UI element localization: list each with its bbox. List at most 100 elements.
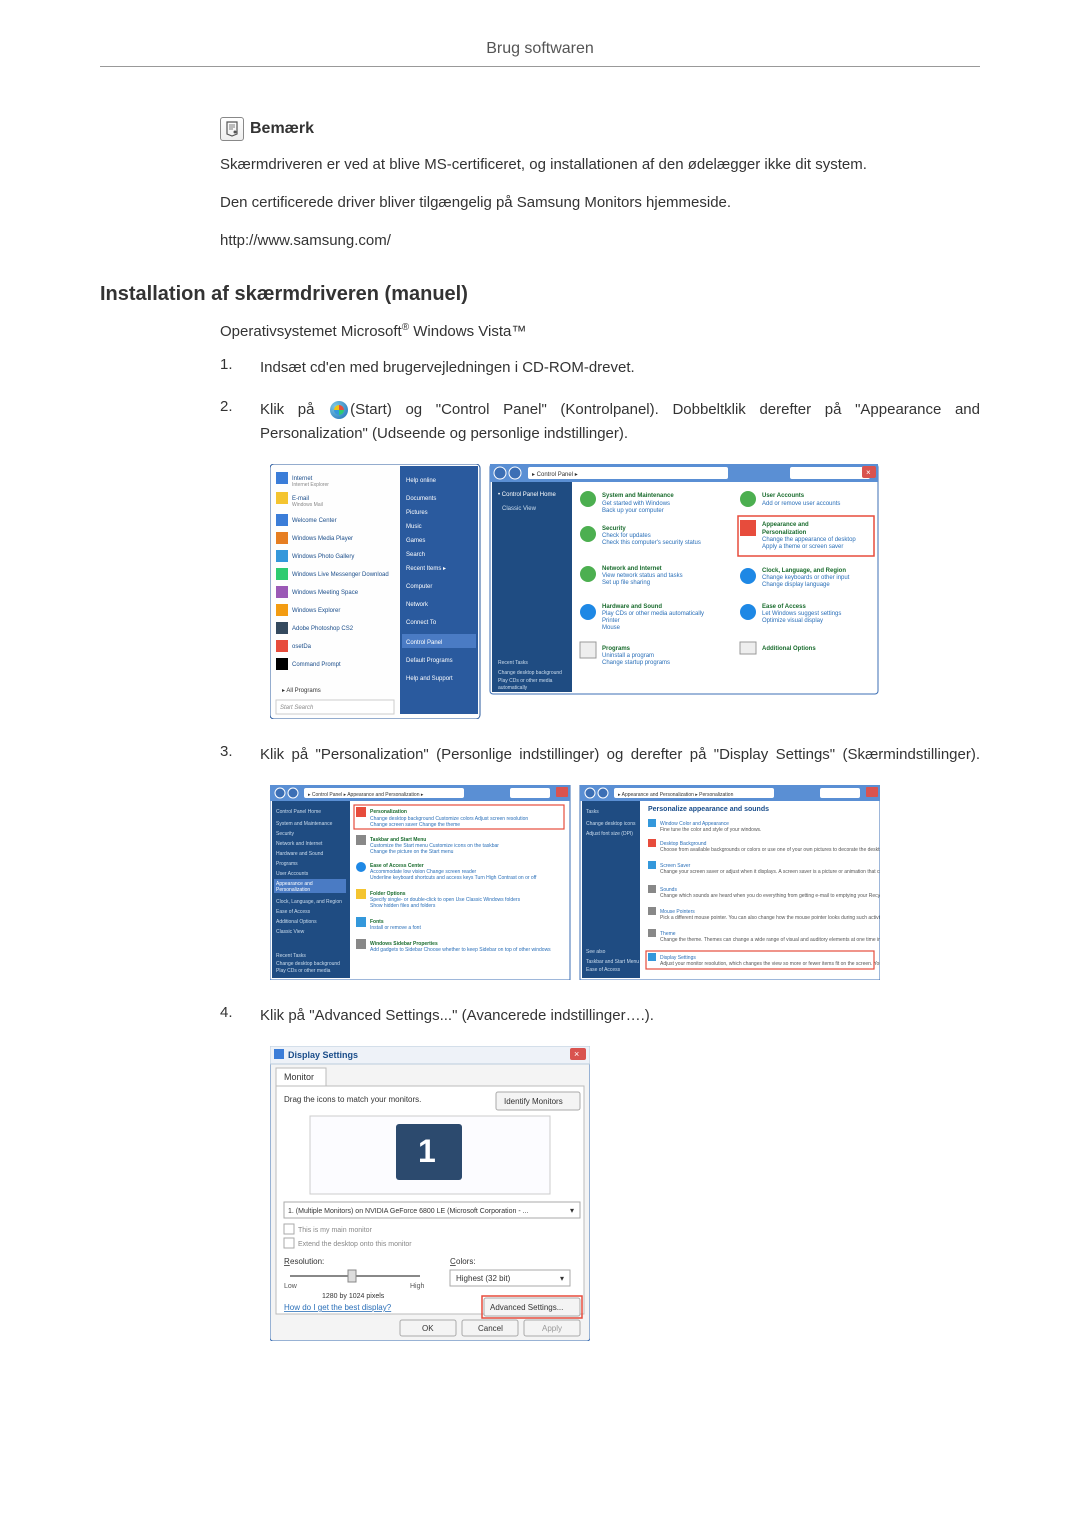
page-header: Brug softwaren: [100, 40, 980, 67]
svg-text:Recent Tasks: Recent Tasks: [498, 660, 528, 666]
svg-text:Command Prompt: Command Prompt: [292, 662, 341, 668]
svg-text:Programs: Programs: [276, 861, 298, 867]
svg-text:▸ Control Panel ▸: ▸ Control Panel ▸: [532, 472, 578, 478]
svg-text:Fine tune the color and style: Fine tune the color and style of your wi…: [660, 827, 761, 833]
note-text-1: Skærmdriveren er ved at blive MS-certifi…: [220, 153, 980, 177]
svg-text:Help online: Help online: [406, 478, 437, 484]
svg-text:Start Search: Start Search: [280, 705, 314, 711]
svg-text:Add gadgets to Sidebar Choos: Add gadgets to Sidebar Choose whether to…: [370, 947, 551, 953]
svg-text:Apply: Apply: [542, 1324, 562, 1333]
svg-text:Adobe Photoshop CS2: Adobe Photoshop CS2: [292, 626, 354, 632]
note-section: Bemærk Skærmdriveren er ved at blive MS-…: [220, 117, 980, 253]
svg-text:Highest (32 bit): Highest (32 bit): [456, 1274, 511, 1283]
svg-text:Network and Internet: Network and Internet: [276, 841, 323, 847]
svg-text:High: High: [410, 1283, 425, 1290]
dialog-title: Display Settings: [288, 1050, 358, 1060]
svg-text:Pictures: Pictures: [406, 510, 428, 516]
svg-text:Search: Search: [406, 552, 425, 558]
note-text-2: Den certificerede driver bliver tilgænge…: [220, 191, 980, 215]
svg-text:Recent Tasks: Recent Tasks: [276, 953, 306, 959]
step-text-before: Klik på: [260, 401, 328, 418]
svg-text:System and Maintenance: System and Maintenance: [276, 821, 333, 827]
svg-text:Network and Internet: Network and Internet: [602, 566, 662, 572]
svg-text:▾: ▾: [570, 1206, 574, 1215]
svg-text:▸ Appearance and Personalizati: ▸ Appearance and Personalization ▸ Perso…: [618, 792, 734, 798]
svg-text:Change the appearance of deskt: Change the appearance of desktop: [762, 537, 856, 543]
svg-text:Play CDs or other media: Play CDs or other media: [498, 678, 553, 684]
svg-text:OK: OK: [422, 1324, 434, 1333]
svg-text:Change desktop background: Change desktop background: [498, 670, 562, 676]
svg-text:Network: Network: [406, 602, 429, 608]
svg-text:olors:: olors:: [456, 1257, 476, 1266]
note-header: Bemærk: [220, 117, 980, 141]
svg-text:Change desktop icons: Change desktop icons: [586, 821, 636, 827]
svg-text:Documents: Documents: [406, 496, 436, 502]
svg-text:▾: ▾: [560, 1274, 564, 1283]
svg-text:Advanced Settings...: Advanced Settings...: [490, 1303, 563, 1312]
svg-text:Additional Options: Additional Options: [762, 646, 816, 652]
svg-text:Recent Items ▸: Recent Items ▸: [406, 566, 446, 572]
svg-text:Change which sounds are heard: Change which sounds are heard when you d…: [660, 893, 880, 899]
registered-mark: ®: [402, 322, 409, 333]
step-text: Klik på "Personalization" (Personlige in…: [260, 743, 980, 767]
svg-text:Apply a theme or screen saver: Apply a theme or screen saver: [762, 544, 843, 550]
svg-text:Drag the icons to match your m: Drag the icons to match your monitors.: [284, 1095, 421, 1104]
svg-text:Let Windows suggest settings: Let Windows suggest settings: [762, 611, 841, 617]
step-text: Indsæt cd'en med brugervejledningen i CD…: [260, 356, 980, 380]
svg-text:Windows Explorer: Windows Explorer: [292, 608, 340, 614]
start-orb-icon: [330, 401, 348, 419]
svg-text:Security: Security: [276, 831, 295, 837]
svg-text:Mouse: Mouse: [602, 625, 621, 631]
note-url: http://www.samsung.com/: [220, 229, 980, 253]
step-3: 3. Klik på "Personalization" (Personlige…: [220, 743, 980, 767]
svg-text:Change your screen saver or ad: Change your screen saver or adjust when …: [660, 869, 880, 875]
step-text: Klik på "Advanced Settings..." (Avancere…: [260, 1004, 980, 1028]
step-number: 3.: [220, 743, 240, 767]
svg-text:Personalize appearance and sou: Personalize appearance and sounds: [648, 806, 769, 813]
svg-text:Personalization: Personalization: [276, 887, 310, 893]
svg-text:Add or remove user accounts: Add or remove user accounts: [762, 501, 840, 507]
svg-text:Set up file sharing: Set up file sharing: [602, 580, 650, 586]
svg-text:Hardware and Sound: Hardware and Sound: [276, 851, 323, 857]
screenshot-start-control-panel: InternetInternet Explorer E-mailWindows …: [270, 464, 980, 719]
svg-text:User Accounts: User Accounts: [762, 493, 805, 499]
svg-text:Control Panel: Control Panel: [406, 640, 442, 646]
svg-text:Personalization: Personalization: [762, 530, 807, 536]
svg-text:Default Programs: Default Programs: [406, 658, 453, 664]
svg-text:Connect To: Connect To: [406, 620, 437, 626]
svg-text:Choose from available backgrou: Choose from available backgrounds or col…: [660, 847, 880, 853]
svg-text:Additional Options: Additional Options: [276, 919, 317, 925]
svg-text:See also: See also: [586, 949, 606, 955]
svg-text:Classic View: Classic View: [502, 506, 537, 512]
note-label: Bemærk: [250, 120, 314, 138]
section-heading: Installation af skærmdriveren (manuel): [100, 283, 980, 306]
svg-text:Optimize visual display: Optimize visual display: [762, 618, 823, 624]
svg-text:Appearance and: Appearance and: [762, 522, 809, 528]
svg-text:Programs: Programs: [602, 646, 631, 652]
svg-text:Change keyboards or other inpu: Change keyboards or other input: [762, 575, 850, 581]
os-prefix: Operativsystemet Microsoft: [220, 323, 402, 340]
svg-text:Clock, Language, and Region: Clock, Language, and Region: [762, 568, 846, 574]
svg-text:Cancel: Cancel: [478, 1324, 503, 1333]
svg-text:Help and Support: Help and Support: [406, 676, 453, 682]
svg-text:1: 1: [418, 1133, 436, 1169]
svg-text:esolution:: esolution:: [290, 1257, 324, 1266]
svg-text:Adjust font size (DPI): Adjust font size (DPI): [586, 831, 633, 837]
svg-text:Underline keyboard shortcuts a: Underline keyboard shortcuts and access …: [370, 875, 537, 881]
os-suffix: Windows Vista™: [409, 323, 526, 340]
step-number: 2.: [220, 398, 240, 446]
svg-text:Windows Photo Gallery: Windows Photo Gallery: [292, 554, 354, 560]
svg-text:Uninstall a program: Uninstall a program: [602, 653, 654, 659]
svg-text:Windows Meeting Space: Windows Meeting Space: [292, 590, 359, 596]
screenshot-personalization: ▸ Control Panel ▸ Appearance and Persona…: [270, 785, 980, 980]
svg-text:×: ×: [866, 468, 871, 477]
svg-text:How do I get the best display?: How do I get the best display?: [284, 1303, 392, 1312]
svg-text:Clock, Language, and Region: Clock, Language, and Region: [276, 899, 342, 905]
svg-text:×: ×: [574, 1049, 579, 1059]
svg-text:Play CDs or other media: Play CDs or other media: [276, 968, 331, 974]
step-number: 4.: [220, 1004, 240, 1028]
step-2: 2. Klik på (Start) og "Control Panel" (K…: [220, 398, 980, 446]
svg-text:Change display language: Change display language: [762, 582, 830, 588]
svg-text:System and Maintenance: System and Maintenance: [602, 493, 674, 499]
svg-text:▸ Control Panel ▸ Appearance a: ▸ Control Panel ▸ Appearance and Persona…: [308, 792, 424, 798]
